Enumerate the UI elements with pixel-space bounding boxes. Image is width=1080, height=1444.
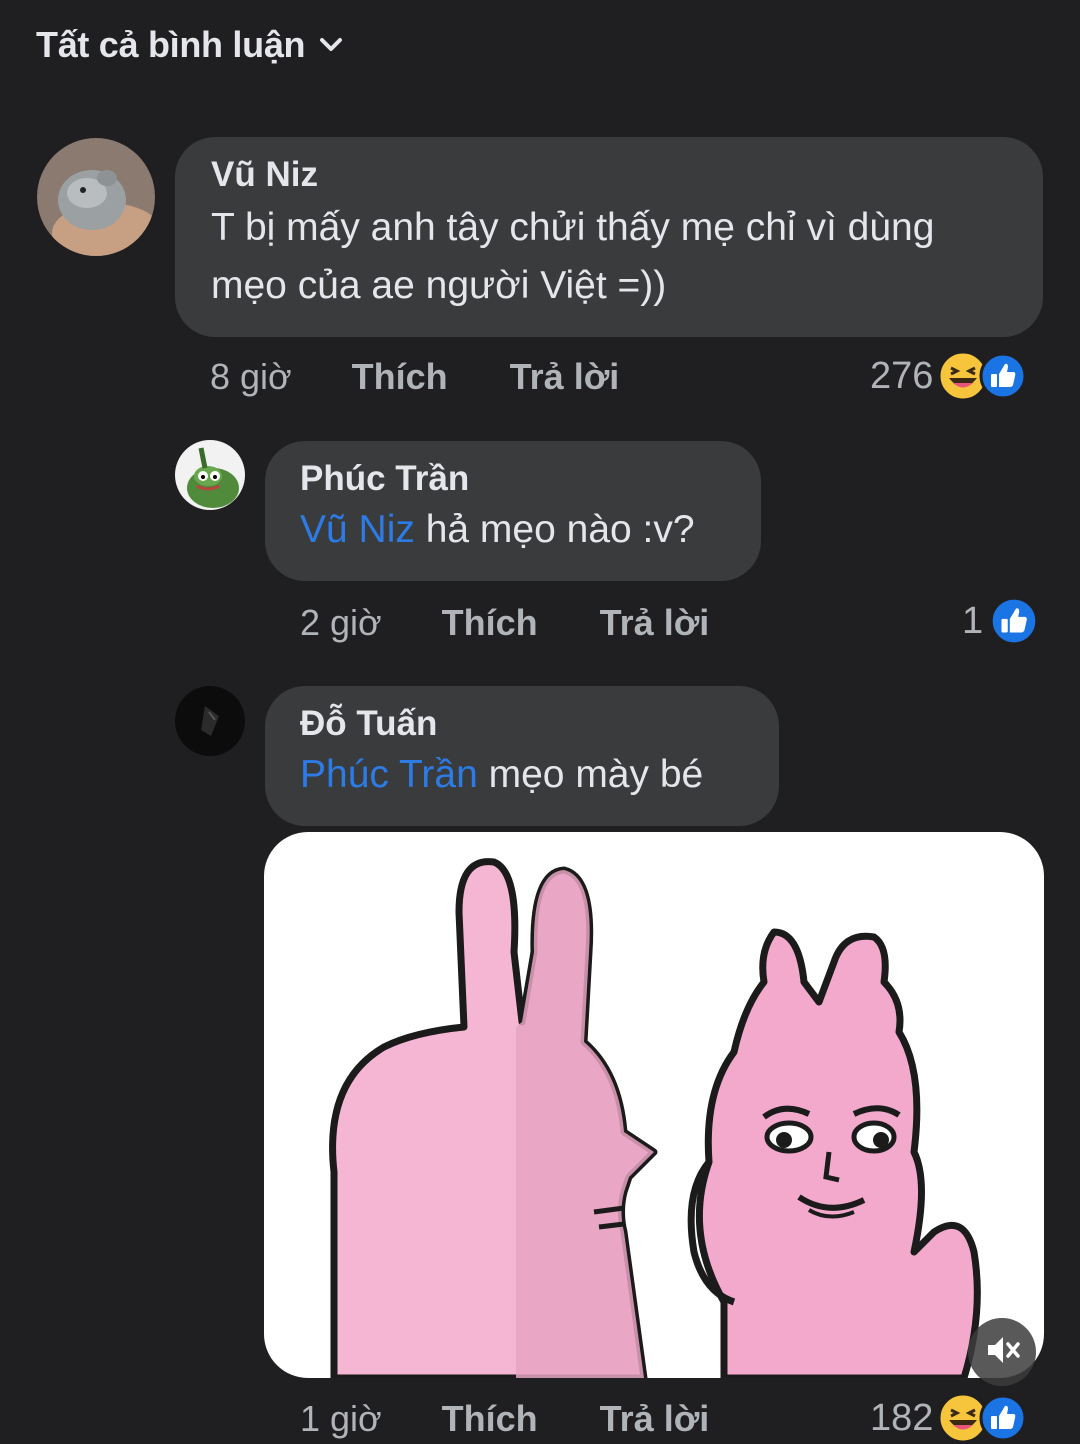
avatar[interactable] (175, 686, 245, 756)
muted-speaker-icon (983, 1331, 1021, 1374)
reaction-count: 182 (870, 1396, 934, 1439)
like-icon (979, 1394, 1027, 1442)
reply-author[interactable]: Phúc Trần (300, 459, 726, 499)
reaction-summary[interactable]: 182 (870, 1392, 1027, 1444)
comment-text-line: mẹo của ae người Việt =)) (211, 264, 667, 307)
reply-text: Vũ Niz hả mẹo nào :v? (300, 501, 726, 559)
reply-author[interactable]: Đỗ Tuấn (300, 704, 744, 744)
mention-link[interactable]: Phúc Trần (300, 753, 478, 796)
rabbit-right-illustration (687, 928, 981, 1378)
comment-time[interactable]: 8 giờ (210, 356, 292, 398)
comment-text-line: T bị mấy anh tây chửi thấy mẹ chỉ vì dùn… (211, 206, 935, 249)
reply-time[interactable]: 2 giờ (300, 602, 382, 644)
reaction-count: 1 (962, 599, 984, 642)
like-icon (979, 352, 1027, 400)
like-button[interactable]: Thích (442, 602, 538, 644)
reply-text: Phúc Trần mẹo mày bé (300, 746, 744, 804)
rabbit-left-illustration (329, 858, 658, 1378)
reaction-summary[interactable]: 1 (962, 596, 1039, 646)
chevron-down-icon (319, 37, 343, 53)
comment-actions: 8 giờ Thích Trả lời (210, 356, 619, 398)
reply-actions: 2 giờ Thích Trả lời (300, 602, 709, 644)
mention-link[interactable]: Vũ Niz (300, 508, 415, 551)
reply-button[interactable]: Trả lời (510, 356, 620, 398)
reply-button[interactable]: Trả lời (600, 602, 710, 644)
pink-rabbits-sticker[interactable] (264, 832, 1044, 1378)
comment-text: T bị mấy anh tây chửi thấy mẹ chỉ vì dùn… (211, 199, 1007, 315)
comments-filter[interactable]: Tất cả bình luận (36, 24, 343, 66)
reply-text-body: hả mẹo nào :v? (414, 508, 695, 551)
reply-bubble: Phúc Trần Vũ Niz hả mẹo nào :v? (265, 441, 761, 581)
comment-author[interactable]: Vũ Niz (211, 155, 1007, 195)
reply-bubble: Đỗ Tuấn Phúc Trần mẹo mày bé (265, 686, 779, 826)
avatar[interactable] (175, 440, 245, 510)
like-button[interactable]: Thích (352, 356, 448, 398)
comment-bubble: Vũ Niz T bị mấy anh tây chửi thấy mẹ chỉ… (175, 137, 1043, 337)
mute-button[interactable] (968, 1318, 1036, 1386)
like-icon (989, 596, 1039, 646)
reaction-summary[interactable]: 276 (870, 350, 1027, 402)
reply-text-body: mẹo mày bé (477, 753, 704, 796)
avatar[interactable] (37, 138, 155, 256)
comments-filter-label: Tất cả bình luận (36, 24, 306, 65)
reaction-count: 276 (870, 354, 934, 397)
